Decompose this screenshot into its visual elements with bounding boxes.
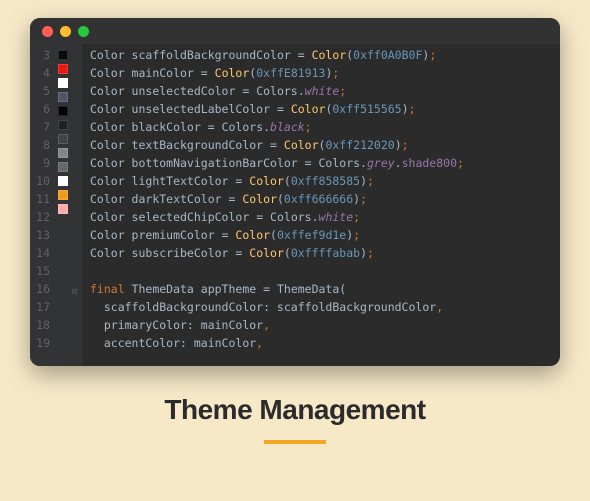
line-number: 6 <box>30 100 56 118</box>
color-swatch <box>58 218 68 228</box>
color-swatch[interactable] <box>58 134 68 144</box>
line-number: 4 <box>30 64 56 82</box>
minimize-icon[interactable] <box>60 26 71 37</box>
line-number: 7 <box>30 118 56 136</box>
line-number: 16 <box>30 280 56 298</box>
line-number: 9 <box>30 154 56 172</box>
color-swatches <box>56 44 70 366</box>
line-number: 13 <box>30 226 56 244</box>
line-number: 15 <box>30 262 56 280</box>
code-line[interactable]: Color bottomNavigationBarColor = Colors.… <box>90 154 560 172</box>
color-swatch <box>58 232 68 242</box>
code-line[interactable] <box>90 262 560 280</box>
color-swatch[interactable] <box>58 78 68 88</box>
code-line[interactable]: Color blackColor = Colors.black; <box>90 118 560 136</box>
color-swatch[interactable] <box>58 204 68 214</box>
code-content[interactable]: Color scaffoldBackgroundColor = Color(0x… <box>82 44 560 366</box>
line-number: 11 <box>30 190 56 208</box>
code-area[interactable]: 345678910111213141516171819 ⊟ Color scaf… <box>30 44 560 366</box>
maximize-icon[interactable] <box>78 26 89 37</box>
color-swatch[interactable] <box>58 50 68 60</box>
window-titlebar <box>30 18 560 44</box>
color-swatch[interactable] <box>58 162 68 172</box>
code-line[interactable]: Color textBackgroundColor = Color(0xff21… <box>90 136 560 154</box>
fold-icon[interactable]: ⊟ <box>72 283 77 301</box>
code-line[interactable]: primaryColor: mainColor, <box>90 316 560 334</box>
line-number: 18 <box>30 316 56 334</box>
code-line[interactable]: Color lightTextColor = Color(0xff858585)… <box>90 172 560 190</box>
line-number: 8 <box>30 136 56 154</box>
line-number: 12 <box>30 208 56 226</box>
caption-underline <box>264 440 326 444</box>
color-swatch[interactable] <box>58 176 68 186</box>
code-line[interactable]: Color unselectedColor = Colors.white; <box>90 82 560 100</box>
color-swatch <box>58 274 68 284</box>
code-editor-window: 345678910111213141516171819 ⊟ Color scaf… <box>30 18 560 366</box>
code-line[interactable]: Color darkTextColor = Color(0xff666666); <box>90 190 560 208</box>
line-number: 3 <box>30 46 56 64</box>
color-swatch <box>58 260 68 270</box>
code-line[interactable]: scaffoldBackgroundColor: scaffoldBackgro… <box>90 298 560 316</box>
color-swatch[interactable] <box>58 64 68 74</box>
code-line[interactable]: Color unselectedLabelColor = Color(0xff5… <box>90 100 560 118</box>
code-line[interactable]: Color selectedChipColor = Colors.white; <box>90 208 560 226</box>
line-number: 17 <box>30 298 56 316</box>
color-swatch[interactable] <box>58 92 68 102</box>
line-number: 14 <box>30 244 56 262</box>
line-numbers: 345678910111213141516171819 <box>30 44 56 366</box>
line-number: 5 <box>30 82 56 100</box>
close-icon[interactable] <box>42 26 53 37</box>
color-swatch <box>58 246 68 256</box>
code-line[interactable]: accentColor: mainColor, <box>90 334 560 352</box>
code-line[interactable]: Color premiumColor = Color(0xffef9d1e); <box>90 226 560 244</box>
line-number: 19 <box>30 334 56 352</box>
line-number: 10 <box>30 172 56 190</box>
caption: Theme Management <box>164 394 425 444</box>
color-swatch[interactable] <box>58 148 68 158</box>
code-line[interactable]: Color subscribeColor = Color(0xffffabab)… <box>90 244 560 262</box>
color-swatch[interactable] <box>58 106 68 116</box>
color-swatch[interactable] <box>58 190 68 200</box>
code-line[interactable]: Color scaffoldBackgroundColor = Color(0x… <box>90 46 560 64</box>
caption-title: Theme Management <box>164 394 425 426</box>
gutter: 345678910111213141516171819 ⊟ <box>30 44 82 366</box>
code-line[interactable]: Color mainColor = Color(0xffE81913); <box>90 64 560 82</box>
code-line[interactable]: final ThemeData appTheme = ThemeData( <box>90 280 560 298</box>
fold-column: ⊟ <box>70 44 82 366</box>
color-swatch[interactable] <box>58 120 68 130</box>
